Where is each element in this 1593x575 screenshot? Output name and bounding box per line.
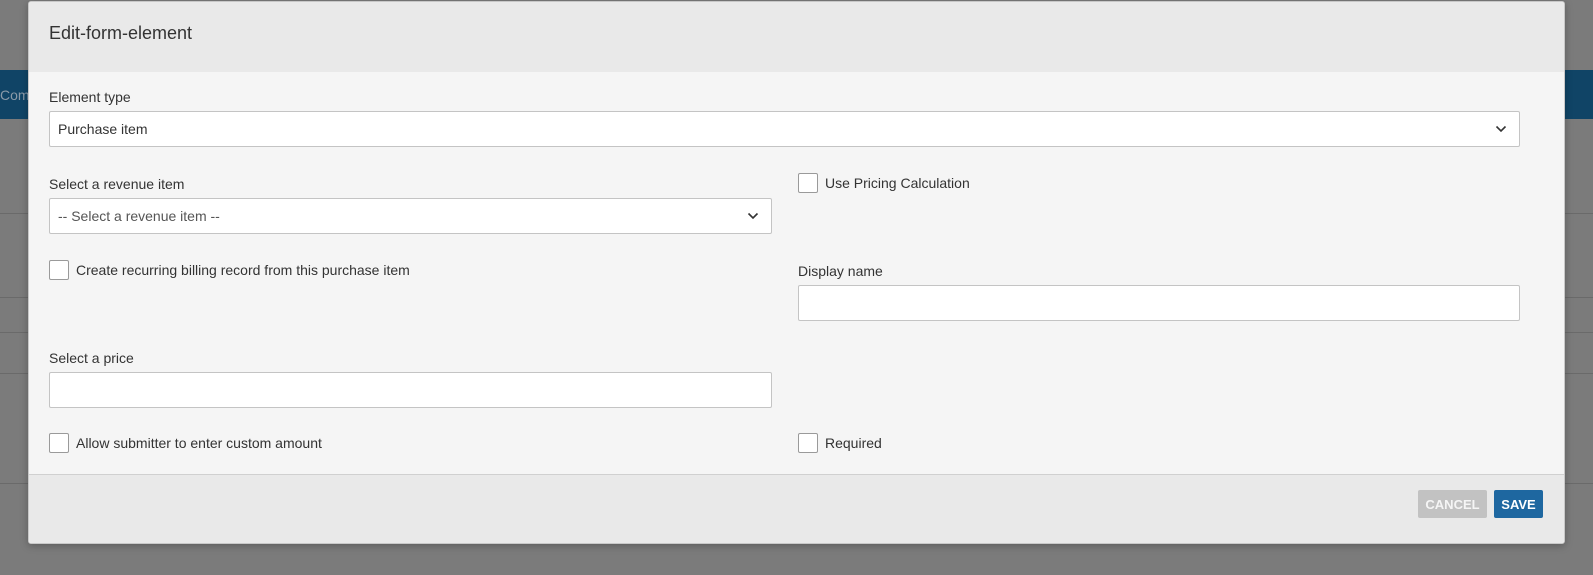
price-input[interactable] — [49, 372, 772, 408]
required-row[interactable]: Required — [798, 433, 918, 453]
chevron-down-icon — [1495, 125, 1507, 133]
modal-body: Element type Purchase item Select a reve… — [29, 72, 1564, 474]
element-type-select[interactable]: Purchase item — [49, 111, 1520, 147]
required-label: Required — [825, 435, 882, 451]
modal-footer: CANCEL SAVE — [29, 474, 1564, 543]
modal-title: Edit-form-element — [49, 23, 193, 43]
price-label: Select a price — [49, 350, 134, 366]
edit-form-element-modal: Edit-form-element Element type Purchase … — [28, 1, 1565, 544]
use-pricing-calculation-checkbox[interactable] — [798, 173, 818, 193]
display-name-input[interactable] — [798, 285, 1520, 321]
save-button[interactable]: SAVE — [1494, 490, 1543, 518]
recurring-billing-checkbox[interactable] — [49, 260, 69, 280]
required-checkbox[interactable] — [798, 433, 818, 453]
custom-amount-row[interactable]: Allow submitter to enter custom amount — [49, 433, 369, 453]
revenue-item-placeholder: -- Select a revenue item -- — [58, 208, 220, 224]
display-name-label: Display name — [798, 263, 883, 279]
recurring-billing-row[interactable]: Create recurring billing record from thi… — [49, 260, 469, 280]
cancel-button[interactable]: CANCEL — [1418, 490, 1487, 518]
custom-amount-label: Allow submitter to enter custom amount — [76, 435, 322, 451]
custom-amount-checkbox[interactable] — [49, 433, 69, 453]
recurring-billing-label: Create recurring billing record from thi… — [76, 262, 410, 278]
use-pricing-calculation-row[interactable]: Use Pricing Calculation — [798, 173, 1098, 193]
chevron-down-icon — [747, 212, 759, 220]
revenue-item-label: Select a revenue item — [49, 176, 185, 192]
revenue-item-select[interactable]: -- Select a revenue item -- — [49, 198, 772, 234]
background-nav-item: Com — [0, 87, 30, 103]
element-type-label: Element type — [49, 89, 131, 105]
element-type-value: Purchase item — [58, 121, 148, 137]
modal-header: Edit-form-element — [29, 2, 1564, 72]
use-pricing-calculation-label: Use Pricing Calculation — [825, 175, 970, 191]
